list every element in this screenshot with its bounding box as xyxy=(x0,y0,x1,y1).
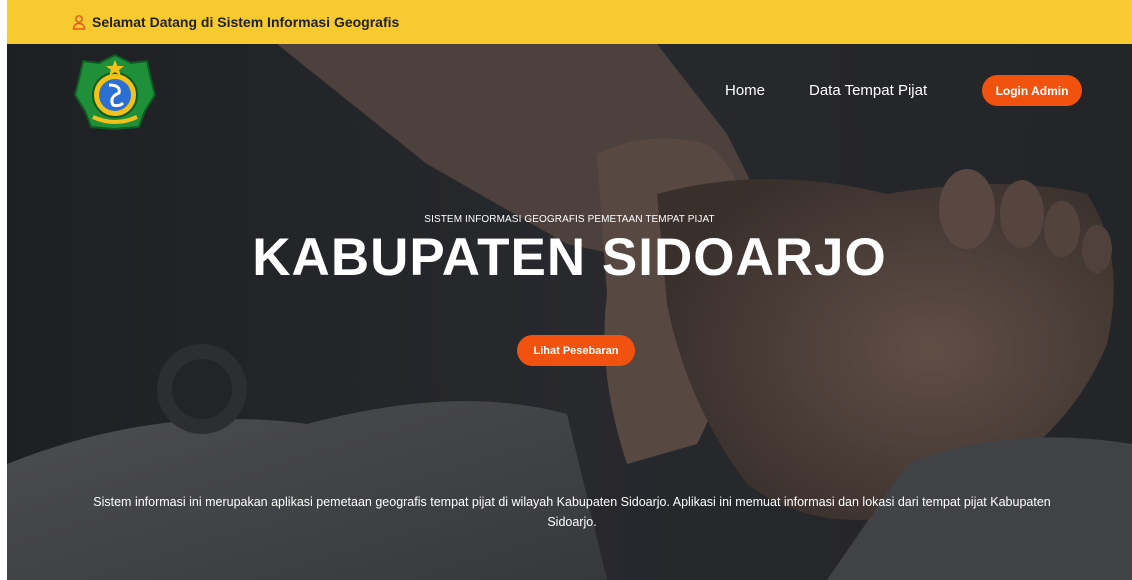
nav-home[interactable]: Home xyxy=(725,82,765,99)
hero-subtitle: SISTEM INFORMASI GEOGRAFIS PEMETAAN TEMP… xyxy=(424,214,715,225)
nav-data-tempat-pijat[interactable]: Data Tempat Pijat xyxy=(809,82,927,99)
lihat-pesebaran-button[interactable]: Lihat Pesebaran xyxy=(517,335,635,366)
hero-title: KABUPATEN SIDOARJO xyxy=(252,228,887,287)
user-icon xyxy=(72,14,86,30)
login-admin-button[interactable]: Login Admin xyxy=(982,75,1082,106)
page-frame: Selamat Datang di Sistem Informasi Geogr… xyxy=(7,0,1132,580)
hero-section: Home Data Tempat Pijat Login Admin SISTE… xyxy=(7,44,1132,580)
welcome-text: Selamat Datang di Sistem Informasi Geogr… xyxy=(92,14,400,30)
site-logo[interactable] xyxy=(73,51,157,133)
top-bar: Selamat Datang di Sistem Informasi Geogr… xyxy=(7,0,1132,44)
hero-description: Sistem informasi ini merupakan aplikasi … xyxy=(93,495,1051,529)
